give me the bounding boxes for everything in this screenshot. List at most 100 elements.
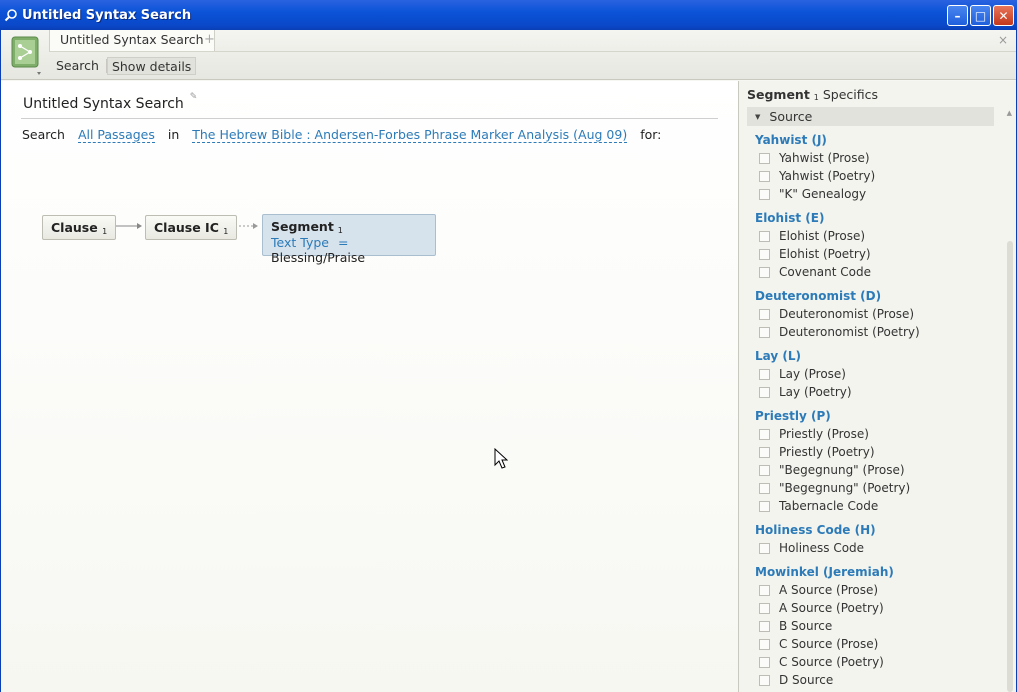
source-option[interactable]: A Source (Poetry) xyxy=(755,599,995,617)
source-option-label: D Source xyxy=(779,673,834,687)
source-checkbox[interactable] xyxy=(759,230,770,242)
source-option[interactable]: Covenant Code xyxy=(755,263,995,281)
source-group-title: Mowinkel (Jeremiah) xyxy=(755,565,894,579)
clause-ic-label: Clause IC xyxy=(154,220,219,235)
source-option[interactable]: Deuteronomist (Poetry) xyxy=(755,323,995,341)
source-checkbox[interactable] xyxy=(759,248,770,260)
add-tab-button[interactable]: + xyxy=(204,32,215,47)
source-option-label: Priestly (Poetry) xyxy=(779,445,875,459)
source-option[interactable]: C Source (Prose) xyxy=(755,635,995,653)
clause-label: Clause xyxy=(51,220,98,235)
source-checkbox[interactable] xyxy=(759,584,770,596)
source-option-label: Tabernacle Code xyxy=(779,499,879,513)
source-section-header[interactable]: ▼ Source xyxy=(747,107,994,126)
mouse-cursor-icon xyxy=(494,448,508,469)
source-checkbox[interactable] xyxy=(759,170,770,182)
source-checkbox[interactable] xyxy=(759,620,770,632)
source-checkbox[interactable] xyxy=(759,656,770,668)
document-header: Untitled Syntax Search + × Search Show d… xyxy=(1,30,1016,80)
search-app-icon xyxy=(4,8,18,22)
source-option[interactable]: Yahwist (Poetry) xyxy=(755,167,995,185)
show-details-button[interactable]: Show details xyxy=(106,57,197,75)
specifics-panel: Segment 1 Specifics ▼ Source ▲ Yahwist (… xyxy=(738,81,1016,692)
scrollbar-thumb[interactable] xyxy=(1007,241,1013,692)
source-option[interactable]: Holiness Code xyxy=(755,539,995,557)
source-checkbox[interactable] xyxy=(759,266,770,278)
segment-index: 1 xyxy=(337,226,343,235)
collapse-triangle-icon[interactable]: ▼ xyxy=(755,113,760,121)
source-group-title: Elohist (E) xyxy=(755,211,825,225)
source-group-title: Deuteronomist (D) xyxy=(755,289,882,303)
source-option-label: Lay (Prose) xyxy=(779,367,846,381)
source-option-label: Deuteronomist (Poetry) xyxy=(779,325,920,339)
source-option-label: Covenant Code xyxy=(779,265,872,279)
source-checkbox[interactable] xyxy=(759,674,770,686)
window-titlebar[interactable]: Untitled Syntax Search – □ ✕ xyxy=(0,0,1017,30)
source-option-label: B Source xyxy=(779,619,833,633)
source-checkbox[interactable] xyxy=(759,152,770,164)
source-option-label: Yahwist (Poetry) xyxy=(779,169,876,183)
source-option[interactable]: Priestly (Poetry) xyxy=(755,443,995,461)
source-checkbox[interactable] xyxy=(759,602,770,614)
text-type-field[interactable]: Text Type xyxy=(271,235,329,250)
source-option[interactable]: D Source xyxy=(755,671,995,689)
source-option-label: A Source (Prose) xyxy=(779,583,879,597)
source-checkbox[interactable] xyxy=(759,446,770,458)
maximize-button[interactable]: □ xyxy=(970,5,991,26)
scroll-up-arrow-icon[interactable]: ▲ xyxy=(1007,109,1012,117)
clause-index: 1 xyxy=(102,227,108,236)
source-option[interactable]: Yahwist (Prose) xyxy=(755,149,995,167)
source-option[interactable]: A Source (Prose) xyxy=(755,581,995,599)
segment-label: Segment xyxy=(271,219,334,234)
source-option[interactable]: Lay (Prose) xyxy=(755,365,995,383)
minimize-button[interactable]: – xyxy=(947,5,968,26)
source-option[interactable]: Deuteronomist (Prose) xyxy=(755,305,995,323)
source-checkbox[interactable] xyxy=(759,464,770,476)
clause-ic-node[interactable]: Clause IC 1 xyxy=(145,215,238,240)
source-option-label: Elohist (Poetry) xyxy=(779,247,871,261)
source-option[interactable]: Elohist (Poetry) xyxy=(755,245,995,263)
source-option[interactable]: Elohist (Prose) xyxy=(755,227,995,245)
source-checkbox[interactable] xyxy=(759,482,770,494)
source-option[interactable]: Lay (Poetry) xyxy=(755,383,995,401)
source-checkbox[interactable] xyxy=(759,188,770,200)
syntax-doc-icon[interactable] xyxy=(11,36,41,76)
source-option-label: Priestly (Prose) xyxy=(779,427,869,441)
source-option-label: "Begegnung" (Poetry) xyxy=(779,481,911,495)
source-option-label: Deuteronomist (Prose) xyxy=(779,307,915,321)
source-option-label: Elohist (Prose) xyxy=(779,229,866,243)
tab-untitled-syntax-search[interactable]: Untitled Syntax Search xyxy=(49,30,215,52)
source-checkbox[interactable] xyxy=(759,638,770,650)
source-checkbox[interactable] xyxy=(759,428,770,440)
source-option-label: C Source (Prose) xyxy=(779,637,879,651)
source-checkbox[interactable] xyxy=(759,386,770,398)
source-checkbox[interactable] xyxy=(759,308,770,320)
source-group-title: Lay (L) xyxy=(755,349,801,363)
source-checkbox[interactable] xyxy=(759,326,770,338)
specifics-heading-bold: Segment xyxy=(747,87,810,102)
close-tab-button[interactable]: × xyxy=(998,33,1008,47)
source-checkbox[interactable] xyxy=(759,500,770,512)
source-option-label: C Source (Poetry) xyxy=(779,655,884,669)
app-frame: Untitled Syntax Search + × Search Show d… xyxy=(0,30,1017,692)
source-option-label: "K" Genealogy xyxy=(779,187,867,201)
source-option[interactable]: "K" Genealogy xyxy=(755,185,995,203)
source-option[interactable]: C Source (Poetry) xyxy=(755,653,995,671)
search-pane: Untitled Syntax Search ✎ Search All Pass… xyxy=(1,81,738,692)
source-option-label: "Begegnung" (Prose) xyxy=(779,463,905,477)
specifics-heading-index: 1 xyxy=(813,93,819,102)
segment-node[interactable]: Segment 1 Text Type = Blessing/Praise xyxy=(262,214,436,265)
source-checkbox[interactable] xyxy=(759,542,770,554)
source-option[interactable]: Priestly (Prose) xyxy=(755,425,995,443)
source-option[interactable]: "Begegnung" (Poetry) xyxy=(755,479,995,497)
close-window-button[interactable]: ✕ xyxy=(993,5,1014,26)
search-button[interactable]: Search xyxy=(49,57,106,75)
source-option[interactable]: Tabernacle Code xyxy=(755,497,995,515)
clause-node[interactable]: Clause 1 xyxy=(42,215,117,240)
text-type-value[interactable]: Blessing/Praise xyxy=(271,250,365,265)
source-option-label: Lay (Poetry) xyxy=(779,385,852,399)
source-option[interactable]: "Begegnung" (Prose) xyxy=(755,461,995,479)
source-option[interactable]: B Source xyxy=(755,617,995,635)
source-groups: Yahwist (J) Yahwist (Prose) Yahwist (Poetr… xyxy=(755,131,995,689)
source-checkbox[interactable] xyxy=(759,368,770,380)
